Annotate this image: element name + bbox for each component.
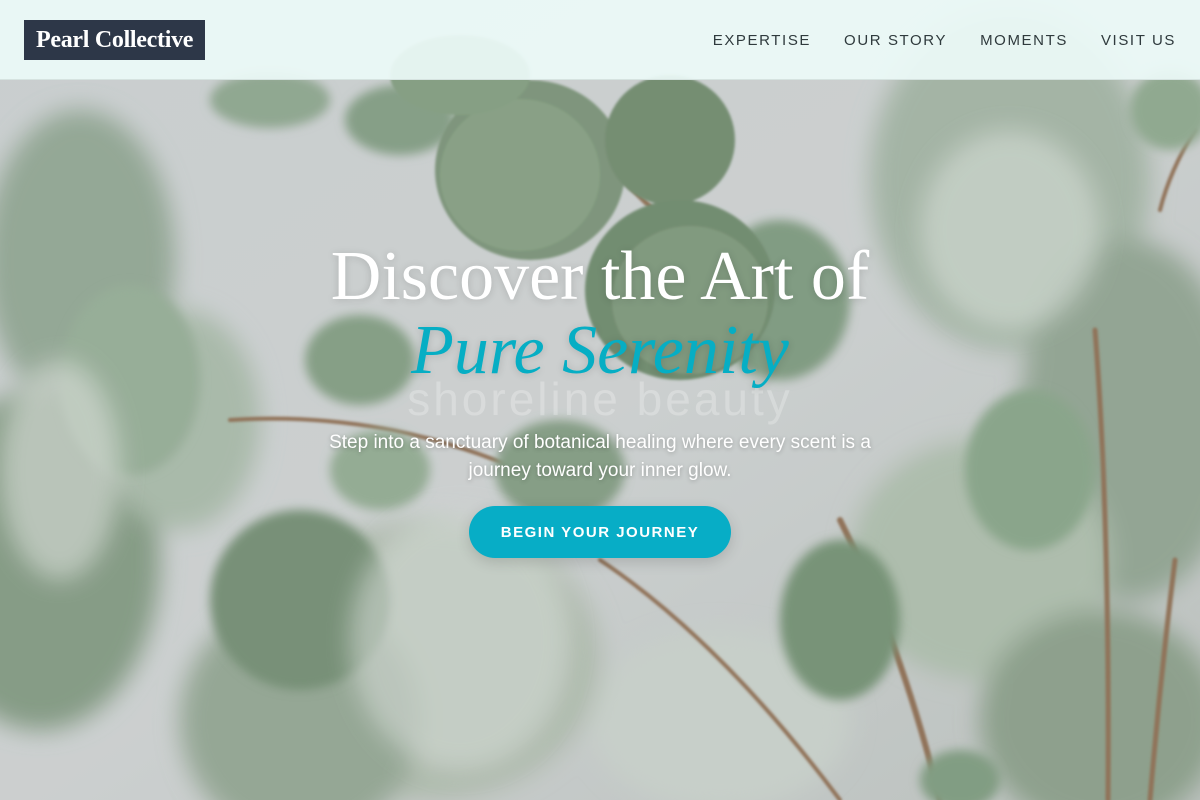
hero-title-line: Discover the Art of bbox=[330, 238, 870, 315]
nav-link-expertise[interactable]: EXPERTISE bbox=[713, 32, 811, 49]
hero-section: Discover the Art of Pure Serenity bbox=[0, 240, 1200, 388]
top-navbar: Pearl Collective EXPERTISE OUR STORY MOM… bbox=[0, 0, 1200, 80]
brand-logo[interactable]: Pearl Collective bbox=[24, 20, 206, 60]
begin-journey-button[interactable]: BEGIN YOUR JOURNEY bbox=[469, 506, 731, 558]
nav-link-visit-us[interactable]: VISIT US bbox=[1101, 32, 1176, 49]
hero-subtitle: Step into a sanctuary of botanical heali… bbox=[329, 432, 871, 481]
hero-title: Discover the Art of Pure Serenity bbox=[0, 240, 1200, 388]
nav-link-moments[interactable]: MOMENTS bbox=[980, 32, 1068, 49]
hero-title-accent: Pure Serenity bbox=[411, 312, 789, 389]
main-nav: EXPERTISE OUR STORY MOMENTS VISIT US bbox=[713, 0, 1176, 80]
nav-link-our-story[interactable]: OUR STORY bbox=[844, 32, 947, 49]
